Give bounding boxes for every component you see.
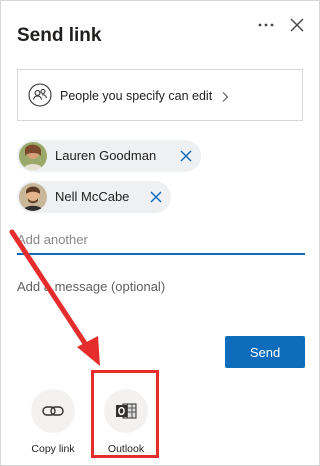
avatar: [19, 142, 47, 170]
add-recipient-input[interactable]: [17, 225, 305, 255]
outlook-label: Outlook: [107, 443, 145, 455]
message-input[interactable]: [17, 273, 305, 299]
recipient-chip: Nell McCabe: [17, 181, 171, 213]
outlook-icon: [104, 389, 148, 433]
avatar: [19, 183, 47, 211]
recipient-name: Nell McCabe: [55, 189, 130, 204]
permission-label: People you specify can edit: [60, 89, 213, 103]
chevron-right-icon: [220, 90, 230, 102]
people-icon: [28, 83, 52, 107]
remove-recipient-icon[interactable]: [179, 149, 193, 163]
outlook-button[interactable]: Outlook: [98, 389, 154, 455]
copy-link-button[interactable]: Copy link: [25, 389, 81, 455]
remove-recipient-icon[interactable]: [149, 190, 163, 204]
send-button[interactable]: Send: [225, 336, 305, 368]
link-icon: [31, 389, 75, 433]
close-icon[interactable]: [287, 15, 307, 35]
more-ellipsis-icon[interactable]: [256, 15, 276, 35]
permission-setting-button[interactable]: People you specify can edit: [17, 69, 303, 121]
copy-link-label: Copy link: [31, 443, 75, 455]
panel-title: Send link: [17, 25, 102, 46]
recipient-name: Lauren Goodman: [55, 148, 157, 163]
recipient-chip: Lauren Goodman: [17, 140, 201, 172]
send-link-panel: Send link People you specify can edit La…: [0, 0, 320, 466]
